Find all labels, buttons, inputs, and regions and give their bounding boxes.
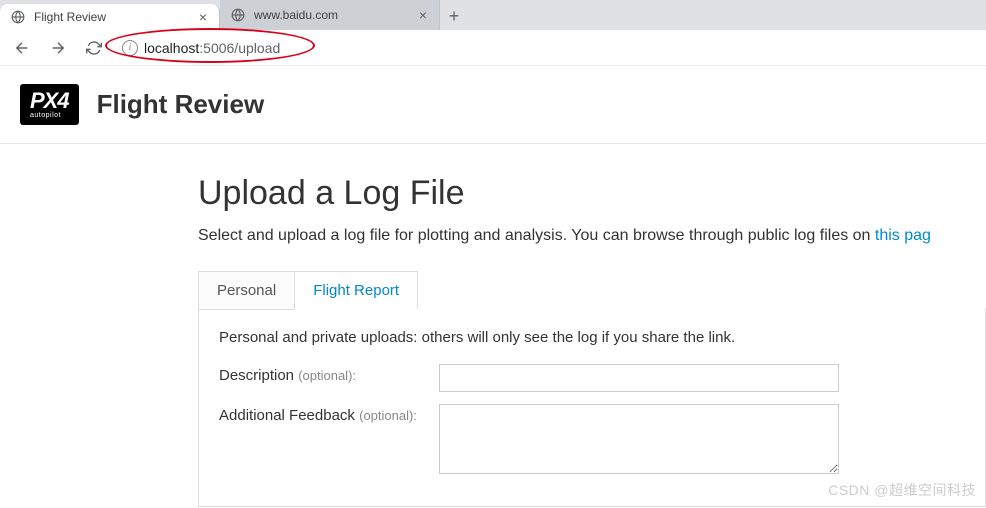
description-label: Description (optional): (219, 364, 439, 384)
browser-tab-inactive[interactable]: www.baidu.com × (220, 0, 440, 30)
public-logs-link[interactable]: this pag (875, 227, 931, 244)
address-bar[interactable]: i localhost:5006/upload (116, 40, 978, 56)
feedback-row: Additional Feedback (optional): (219, 404, 965, 474)
feedback-label: Additional Feedback (optional): (219, 404, 439, 424)
upload-tabs: Personal Flight Report (198, 271, 986, 310)
tab-title: www.baidu.com (254, 8, 409, 22)
site-info-icon[interactable]: i (122, 40, 138, 56)
close-icon[interactable]: × (197, 9, 209, 25)
reload-button[interactable] (80, 34, 108, 62)
browser-tabs-bar: Flight Review × www.baidu.com × + (0, 0, 986, 30)
description-row: Description (optional): (219, 364, 965, 392)
browser-toolbar: i localhost:5006/upload (0, 30, 986, 66)
globe-icon (10, 9, 26, 25)
browser-tab-active[interactable]: Flight Review × (0, 4, 220, 30)
csdn-watermark: CSDN @超维空间科技 (828, 480, 976, 500)
tab-flight-report[interactable]: Flight Report (294, 271, 418, 310)
page-header: PX4 autopilot Flight Review (0, 66, 986, 144)
description-input[interactable] (439, 364, 839, 392)
upload-heading: Upload a Log File (198, 174, 986, 213)
back-button[interactable] (8, 34, 36, 62)
close-icon[interactable]: × (417, 7, 429, 23)
upload-panel: Personal and private uploads: others wil… (198, 309, 986, 507)
new-tab-button[interactable]: + (440, 2, 468, 30)
page-title: Flight Review (97, 89, 265, 120)
upload-subtext: Select and upload a log file for plottin… (198, 227, 986, 245)
globe-icon (230, 7, 246, 23)
main-content: Upload a Log File Select and upload a lo… (0, 144, 986, 507)
feedback-input[interactable] (439, 404, 839, 474)
tab-title: Flight Review (34, 10, 189, 24)
page-content: PX4 autopilot Flight Review Upload a Log… (0, 66, 986, 507)
tab-personal[interactable]: Personal (198, 271, 294, 310)
panel-note: Personal and private uploads: others wil… (219, 329, 965, 346)
forward-button[interactable] (44, 34, 72, 62)
px4-logo[interactable]: PX4 autopilot (20, 84, 79, 125)
url-text: localhost:5006/upload (144, 40, 280, 56)
